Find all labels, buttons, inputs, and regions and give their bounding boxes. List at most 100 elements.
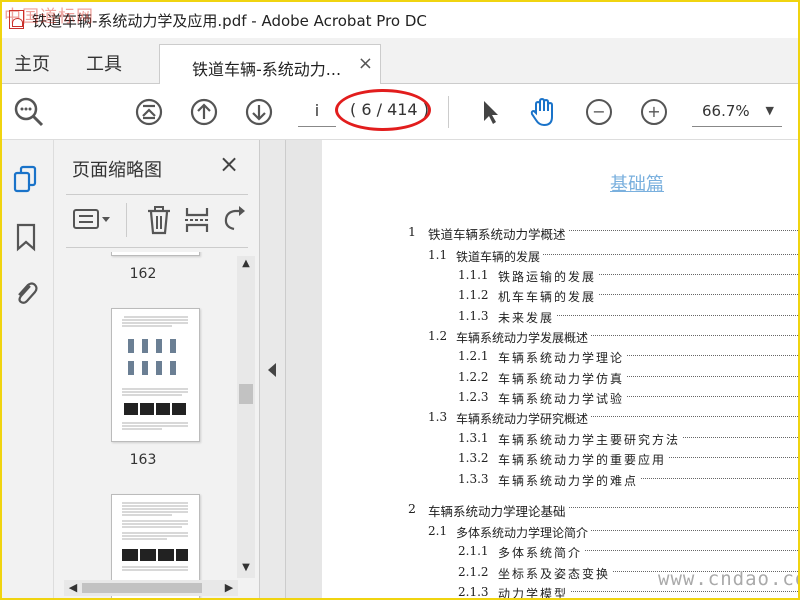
toc-entry-number: 1.3.3 <box>458 472 489 486</box>
toc-entry[interactable]: 2 车辆系统动力学理论基础 <box>322 501 798 519</box>
previous-page-icon[interactable] <box>187 95 221 129</box>
thumbnail-vertical-scrollbar[interactable]: ▲ ▼ <box>237 256 255 578</box>
section-heading[interactable]: 基础篇 <box>610 170 664 196</box>
panel-collapse-strip[interactable] <box>260 140 286 598</box>
toc-entry[interactable]: 1 铁道车辆系统动力学概述 <box>322 224 798 242</box>
toc-entry[interactable]: 2.1.2 坐标系及姿态变换 <box>322 565 798 583</box>
document-view: 基础篇 1 铁道车辆系统动力学概述 1.1 铁道车辆的发展 1.1.1 铁路运输的发展 1.… <box>286 140 798 598</box>
toc-entry[interactable]: 2.1.1 多体系统简介 <box>322 544 798 562</box>
toolbar: i ( 6 / 414 ) − + 66.7% ▼ <box>2 84 798 140</box>
toolbar-divider <box>448 96 449 128</box>
hand-tool-icon[interactable] <box>526 95 560 129</box>
document-tab-label: 铁道车辆-系统动力... <box>192 60 342 79</box>
toc-entry-title: 动力学模型 <box>498 585 571 598</box>
zoom-level-value: 66.7% <box>702 102 750 120</box>
toc-entry-title: 车辆系统动力学主要研究方法 <box>498 431 683 448</box>
thumbnail-horizontal-scrollbar[interactable]: ◀ ▶ <box>64 580 238 596</box>
toc-entry-number: 1.2.1 <box>458 349 489 363</box>
zoom-in-icon[interactable]: + <box>641 99 667 125</box>
nav-bar: 主页 工具 铁道车辆-系统动力... × <box>2 38 798 85</box>
toc-entry[interactable]: 2.1.3 动力学模型 <box>322 585 798 598</box>
toc-entry-title: 车辆系统动力学理论 <box>498 349 627 366</box>
toc-entry[interactable]: 1.1.1 铁路运输的发展 <box>322 268 798 286</box>
toc-entry[interactable]: 1.3.1 车辆系统动力学主要研究方法 <box>322 431 798 449</box>
first-page-icon[interactable] <box>132 95 166 129</box>
panel-title: 页面缩略图 <box>72 160 162 181</box>
page-thumbnail-161[interactable] <box>111 252 200 256</box>
toc-entry[interactable]: 1.3.3 车辆系统动力学的难点 <box>322 472 798 490</box>
scroll-down-icon[interactable]: ▼ <box>237 562 255 576</box>
select-cursor-icon[interactable] <box>472 95 506 129</box>
thumbnail-toolbar <box>66 194 248 248</box>
toc-entry-title: 铁道车辆的发展 <box>456 248 543 265</box>
extract-pages-icon[interactable] <box>182 205 212 235</box>
scroll-up-icon[interactable]: ▲ <box>237 258 255 272</box>
next-page-icon[interactable] <box>242 95 276 129</box>
page-label-163: 163 <box>129 452 157 468</box>
toc-entry[interactable]: 1.3.2 车辆系统动力学的重要应用 <box>322 451 798 469</box>
attachment-icon[interactable] <box>12 278 40 308</box>
toc-entry-title: 车辆系统动力学发展概述 <box>456 329 591 346</box>
window-title: 铁道车辆-系统动力学及应用.pdf - Adobe Acrobat Pro DC <box>32 12 427 30</box>
collapse-arrow-icon[interactable] <box>268 363 276 377</box>
tools-tab[interactable]: 工具 <box>86 50 122 76</box>
page-number-input[interactable]: i <box>298 97 336 127</box>
toc-entry[interactable]: 1.2.3 车辆系统动力学试验 <box>322 390 798 408</box>
toc-entry[interactable]: 1.1.2 机车车辆的发展 <box>322 288 798 306</box>
toc-entry[interactable]: 1.3 车辆系统动力学研究概述 <box>322 410 798 428</box>
zoom-search-icon[interactable] <box>12 95 46 129</box>
title-bar: 铁道车辆-系统动力学及应用.pdf - Adobe Acrobat Pro DC… <box>2 2 798 38</box>
toc-entry-title: 车辆系统动力学仿真 <box>498 370 627 387</box>
bookmark-icon[interactable] <box>12 222 40 252</box>
close-tab-icon[interactable]: × <box>358 53 373 74</box>
toc-entry-title: 多体系统动力学理论简介 <box>456 524 591 541</box>
highlight-oval <box>335 89 431 131</box>
toc-entry-number: 1.3.2 <box>458 451 489 465</box>
toc-entry-number: 2.1 <box>428 524 448 538</box>
chevron-down-icon: ▼ <box>765 104 774 117</box>
toc-entry-number: 1 <box>408 224 416 239</box>
toc-entry-title: 车辆系统动力学理论基础 <box>428 501 568 519</box>
rotate-icon[interactable] <box>220 205 246 235</box>
toc-entry-title: 多体系统简介 <box>498 544 585 561</box>
toc-entry-title: 铁道车辆系统动力学概述 <box>428 224 568 242</box>
page-thumbnails-panel: 页面缩略图 × 162 163 ▲ ▼ ◀ ▶ <box>54 140 260 598</box>
zoom-level-select[interactable]: 66.7% ▼ <box>692 97 782 127</box>
toc-entry-number: 1.3 <box>428 410 448 424</box>
toc-entry-number: 2.1.3 <box>458 585 489 598</box>
acrobat-window: 铁道车辆-系统动力学及应用.pdf - Adobe Acrobat Pro DC… <box>2 2 798 598</box>
scroll-left-icon[interactable]: ◀ <box>66 580 80 596</box>
toc-entry-title: 车辆系统动力学的重要应用 <box>498 451 669 468</box>
page-label-162: 162 <box>129 266 157 282</box>
pdf-file-icon <box>9 10 24 29</box>
toc-entry-title: 车辆系统动力学试验 <box>498 390 627 407</box>
toc-entry-number: 2.1.2 <box>458 565 489 579</box>
home-tab[interactable]: 主页 <box>14 50 50 76</box>
toc-entry-title: 铁路运输的发展 <box>498 268 599 285</box>
page-thumbnail-163[interactable] <box>111 308 200 442</box>
document-tab[interactable]: 铁道车辆-系统动力... × <box>159 44 381 85</box>
toc-entry-title: 未来发展 <box>498 309 557 326</box>
scroll-thumb-horizontal[interactable] <box>82 583 202 593</box>
toc-entry-number: 1.1.2 <box>458 288 489 302</box>
toc-entry-number: 1.1.1 <box>458 268 489 282</box>
thumb-toolbar-divider <box>126 203 127 237</box>
zoom-out-icon[interactable]: − <box>586 99 612 125</box>
toc-entry-number: 1.3.1 <box>458 431 489 445</box>
toc-entry-number: 2.1.1 <box>458 544 489 558</box>
page-thumbnails-icon[interactable] <box>12 164 40 194</box>
left-tool-rail <box>2 140 54 598</box>
toc-entry[interactable]: 2.1 多体系统动力学理论简介 <box>322 524 798 542</box>
toc-entry[interactable]: 1.1.3 未来发展 <box>322 309 798 327</box>
toc-entry[interactable]: 1.2 车辆系统动力学发展概述 <box>322 329 798 347</box>
toc-entry[interactable]: 1.1 铁道车辆的发展 <box>322 248 798 266</box>
close-panel-icon[interactable]: × <box>219 150 239 178</box>
toc-entry[interactable]: 1.2.1 车辆系统动力学理论 <box>322 349 798 367</box>
toc-entry-title: 坐标系及姿态变换 <box>498 565 613 582</box>
toc-entry-title: 车辆系统动力学的难点 <box>498 472 641 489</box>
scroll-right-icon[interactable]: ▶ <box>222 580 236 596</box>
trash-icon[interactable] <box>144 205 174 235</box>
toc-entry[interactable]: 1.2.2 车辆系统动力学仿真 <box>322 370 798 388</box>
scroll-thumb[interactable] <box>239 384 253 404</box>
options-menu-icon[interactable] <box>72 205 112 235</box>
